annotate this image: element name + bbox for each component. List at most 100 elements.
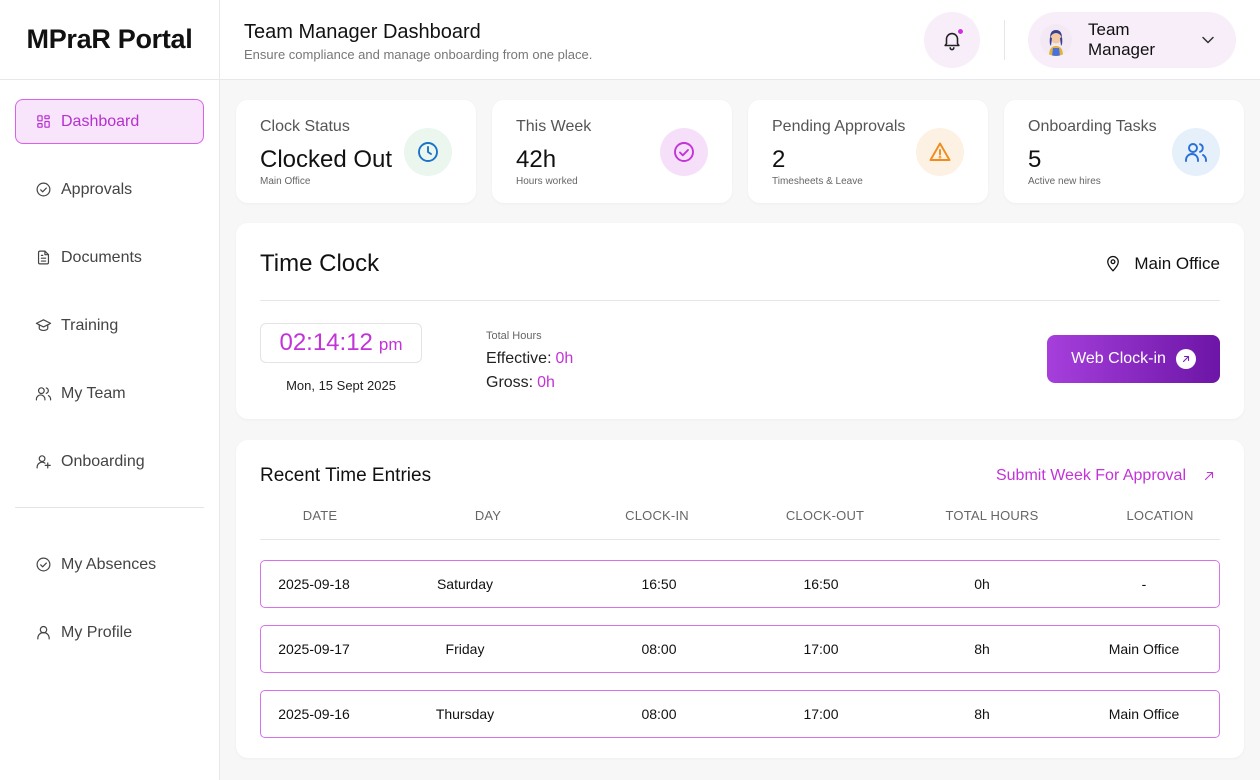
cell-clock-out: 17:00	[803, 641, 839, 657]
stat-note: Main Office	[260, 176, 311, 187]
stat-card-onboarding-tasks: Onboarding Tasks 5 Active new hires	[1004, 100, 1244, 203]
avatar	[1040, 24, 1072, 56]
arrow-up-right-icon	[1175, 349, 1196, 369]
stat-value: 5	[1028, 146, 1042, 173]
cell-clock-out: 17:00	[803, 706, 839, 722]
sidebar-item-label: Documents	[61, 248, 142, 266]
cell-day: Saturday	[436, 576, 494, 592]
cell-total-hours: 8h	[974, 641, 990, 657]
cell-total-hours: 8h	[974, 706, 990, 722]
stat-note: Active new hires	[1028, 176, 1101, 187]
page-subtitle: Ensure compliance and manage onboarding …	[244, 47, 593, 62]
cell-location: -	[1141, 576, 1147, 592]
web-clock-in-button[interactable]: Web Clock-in	[1047, 335, 1220, 383]
web-clock-in-label: Web Clock-in	[1071, 350, 1166, 367]
submit-week-label: Submit Week For Approval	[995, 467, 1186, 484]
chevron-down-icon	[1198, 30, 1218, 50]
column-header-location: LOCATION	[1126, 508, 1194, 523]
column-header-total-hours: TOTAL HOURS	[945, 508, 1039, 523]
sidebar-item-label: Training	[61, 316, 119, 334]
cell-location: Main Office	[1108, 706, 1180, 722]
sidebar-item-label: Dashboard	[61, 112, 140, 130]
stat-label: Clock Status	[260, 118, 350, 135]
sidebar-item-label: Onboarding	[61, 452, 145, 470]
arrow-up-right-icon	[1204, 471, 1214, 481]
location-label: Main Office	[1134, 254, 1220, 273]
sidebar-item-approvals[interactable]: Approvals	[15, 167, 204, 212]
warning-icon	[916, 128, 964, 176]
sidebar-item-dashboard[interactable]: Dashboard	[15, 99, 204, 144]
sidebar-item-onboarding[interactable]: Onboarding	[15, 439, 204, 484]
stat-label: Pending Approvals	[772, 118, 906, 135]
sidebar-item-label: My Team	[61, 384, 126, 402]
sidebar-item-my-team[interactable]: My Team	[15, 371, 204, 416]
cell-date: 2025-09-16	[278, 706, 350, 722]
column-header-day: DAY	[474, 508, 502, 523]
check-circle-icon	[34, 556, 52, 574]
effective-hours: Effective: 0h	[486, 350, 573, 368]
check-circle-icon	[34, 181, 52, 199]
location-pin-icon	[1107, 255, 1120, 272]
sidebar-item-my-profile[interactable]: My Profile	[15, 610, 204, 655]
table-row[interactable]: 2025-09-16 Thursday 08:00 17:00 8h Main …	[260, 690, 1220, 738]
table-row[interactable]: 2025-09-17 Friday 08:00 17:00 8h Main Of…	[260, 625, 1220, 673]
user-plus-icon	[34, 453, 52, 471]
stat-value: Clocked Out	[260, 146, 393, 173]
stat-card-clock-status: Clock Status Clocked Out Main Office	[236, 100, 476, 203]
cell-clock-in: 08:00	[641, 706, 677, 722]
submit-week-link[interactable]: Submit Week For Approval	[996, 467, 1216, 485]
top-header: Team Manager Dashboard Ensure compliance…	[220, 0, 1260, 80]
stat-label: This Week	[516, 118, 592, 135]
sidebar-nav: Dashboard Approvals Documents Training M…	[0, 80, 219, 655]
sidebar-item-label: My Absences	[61, 555, 157, 573]
sidebar-item-documents[interactable]: Documents	[15, 235, 204, 280]
cell-day: Thursday	[435, 706, 495, 722]
total-hours-label: Total Hours	[486, 330, 542, 342]
table-row[interactable]: 2025-09-18 Saturday 16:50 16:50 0h -	[260, 560, 1220, 608]
user-menu[interactable]: Team Manager	[1028, 12, 1236, 68]
stat-card-pending-approvals: Pending Approvals 2 Timesheets & Leave	[748, 100, 988, 203]
gross-value: 0h	[537, 374, 555, 391]
column-header-clock-in: CLOCK-IN	[625, 508, 689, 523]
header-separator	[1004, 20, 1005, 60]
users-icon	[1172, 128, 1220, 176]
check-circle-icon	[660, 128, 708, 176]
sidebar-item-label: My Profile	[61, 623, 133, 641]
notifications-button[interactable]	[924, 12, 980, 68]
current-time: 02:14:12	[279, 329, 373, 356]
clock-icon	[404, 128, 452, 176]
cell-date: 2025-09-17	[278, 641, 350, 657]
sidebar-item-training[interactable]: Training	[15, 303, 204, 348]
column-header-clock-out: CLOCK-OUT	[785, 508, 865, 523]
user-icon	[34, 624, 52, 642]
effective-value: 0h	[555, 350, 574, 367]
stat-note: Hours worked	[516, 176, 578, 187]
divider	[260, 300, 1220, 301]
notification-dot	[957, 28, 964, 35]
cell-clock-out: 16:50	[803, 576, 839, 592]
cell-day: Friday	[445, 641, 485, 657]
app-logo[interactable]: MPraR Portal	[0, 0, 219, 80]
cell-clock-in: 08:00	[641, 641, 677, 657]
time-clock-title: Time Clock	[260, 250, 380, 277]
cell-date: 2025-09-18	[278, 576, 350, 592]
stat-label: Onboarding Tasks	[1028, 118, 1157, 135]
users-icon	[34, 385, 52, 403]
sidebar-divider	[15, 507, 204, 508]
user-name: Team Manager	[1088, 20, 1156, 59]
stat-value: 2	[772, 146, 786, 173]
time-clock-card: Time Clock Main Office 02:14:12 pm Mon, …	[236, 223, 1244, 419]
sidebar-item-my-absences[interactable]: My Absences	[15, 542, 204, 587]
sidebar: MPraR Portal Dashboard Approvals Documen…	[0, 0, 220, 780]
current-time-ampm: pm	[378, 335, 403, 354]
effective-label: Effective:	[486, 350, 552, 367]
stat-card-this-week: This Week 42h Hours worked	[492, 100, 732, 203]
page-title: Team Manager Dashboard	[244, 21, 481, 43]
gross-label: Gross:	[486, 374, 534, 391]
document-icon	[34, 249, 52, 267]
graduation-cap-icon	[34, 317, 52, 335]
cell-clock-in: 16:50	[641, 576, 677, 592]
recent-entries-title: Recent Time Entries	[260, 465, 432, 486]
cell-total-hours: 0h	[974, 576, 990, 592]
time-clock-location: Main Office	[1104, 254, 1220, 274]
